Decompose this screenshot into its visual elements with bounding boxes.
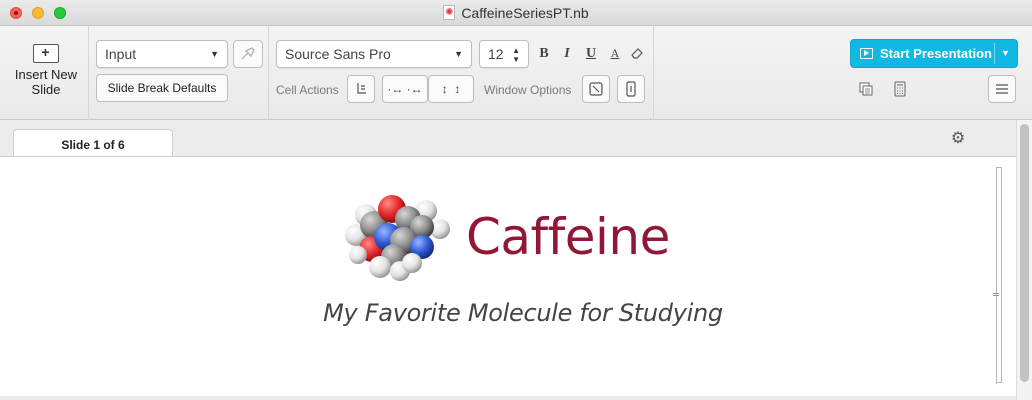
menu-button[interactable] — [988, 75, 1016, 103]
toolbar: Insert New Slide Input ▼ Slide Break Def… — [0, 26, 1032, 120]
cell-vertical-move-buttons[interactable]: ↕ ↕ — [428, 75, 474, 103]
cell-style-value: Input — [105, 46, 137, 62]
window-layout-button[interactable] — [617, 75, 645, 103]
style-brush-button[interactable] — [233, 40, 263, 68]
copy-slides-icon — [859, 82, 873, 96]
start-presentation-button[interactable]: Start Presentation ▼ — [850, 39, 1018, 68]
arrow-up-down-icon: ↕ ↕ — [441, 82, 461, 96]
window-title: CaffeineSeriesPT.nb — [461, 5, 589, 21]
notebook-file-icon — [443, 5, 456, 20]
cell-style-select[interactable]: Input ▼ — [96, 40, 228, 68]
slide-tab-label: Slide 1 of 6 — [61, 138, 125, 152]
copy-slides-button[interactable] — [857, 81, 875, 100]
calculator-icon — [894, 81, 906, 97]
bold-button[interactable]: B — [535, 46, 553, 62]
vertical-scrollbar[interactable] — [1016, 120, 1032, 400]
play-icon — [860, 48, 873, 59]
text-color-button[interactable]: A — [606, 46, 624, 61]
chevron-down-icon[interactable]: ▼ — [1001, 40, 1010, 67]
window-sidebar-icon — [626, 81, 636, 97]
font-size-stepper[interactable]: 12 ▲ ▼ — [479, 40, 529, 68]
slide-tab[interactable]: Slide 1 of 6 — [13, 129, 173, 157]
font-family-select[interactable]: Source Sans Pro ▼ — [276, 40, 472, 68]
gear-icon[interactable]: ⚙ — [949, 128, 967, 148]
calculator-button[interactable] — [891, 81, 909, 100]
slide-canvas: Caffeine My Favorite Molecule for Studyi… — [0, 156, 1016, 396]
notebook-area: Slide 1 of 6 ⚙ Caffeine My Favorite Mole… — [0, 120, 1016, 400]
title-bar: CaffeineSeriesPT.nb — [0, 0, 1032, 26]
arrow-left-right-icon: ·↔ ·↔ — [387, 82, 423, 96]
italic-button[interactable]: I — [558, 46, 576, 62]
window-title-container: CaffeineSeriesPT.nb — [0, 5, 1032, 21]
toolbar-divider — [653, 26, 654, 120]
window-options-label: Window Options — [484, 83, 572, 97]
button-split-divider — [994, 43, 995, 64]
start-presentation-label: Start Presentation — [880, 46, 992, 61]
menu-icon — [996, 84, 1008, 94]
eraser-icon — [631, 48, 643, 59]
font-family-value: Source Sans Pro — [285, 46, 391, 62]
toolbar-divider — [88, 26, 89, 120]
cell-bracket[interactable] — [996, 167, 1002, 384]
chevron-down-icon: ▼ — [210, 49, 219, 59]
slide-break-defaults-button[interactable]: Slide Break Defaults — [96, 74, 228, 102]
font-size-value: 12 — [488, 46, 504, 62]
insert-new-slide-button[interactable]: Insert New Slide — [8, 38, 84, 102]
cell-bracket-button[interactable] — [347, 75, 375, 103]
clear-formatting-button[interactable] — [628, 46, 646, 63]
chevron-down-icon: ▼ — [454, 49, 463, 59]
cell-bracket-marker — [993, 293, 999, 296]
screen-fit-button[interactable] — [582, 75, 610, 103]
screen-fit-icon — [589, 82, 603, 96]
caffeine-molecule-image — [345, 195, 450, 281]
scrollbar-thumb[interactable] — [1020, 124, 1029, 382]
style-brush-icon — [241, 47, 255, 60]
toolbar-divider — [268, 26, 269, 120]
insert-new-slide-label-line1: Insert New — [14, 67, 78, 82]
slide-title: Caffeine — [466, 208, 670, 266]
slide-subtitle: My Favorite Molecule for Studying — [323, 299, 723, 327]
stepper-icon: ▲ ▼ — [512, 46, 520, 64]
insert-new-slide-label-line2: Slide — [31, 82, 61, 97]
cell-horizontal-move-buttons[interactable]: ·↔ ·↔ — [382, 75, 428, 103]
bracket-icon — [357, 83, 366, 94]
cell-actions-label: Cell Actions — [276, 83, 339, 97]
insert-slide-icon — [33, 43, 59, 63]
underline-button[interactable]: U — [582, 46, 600, 62]
